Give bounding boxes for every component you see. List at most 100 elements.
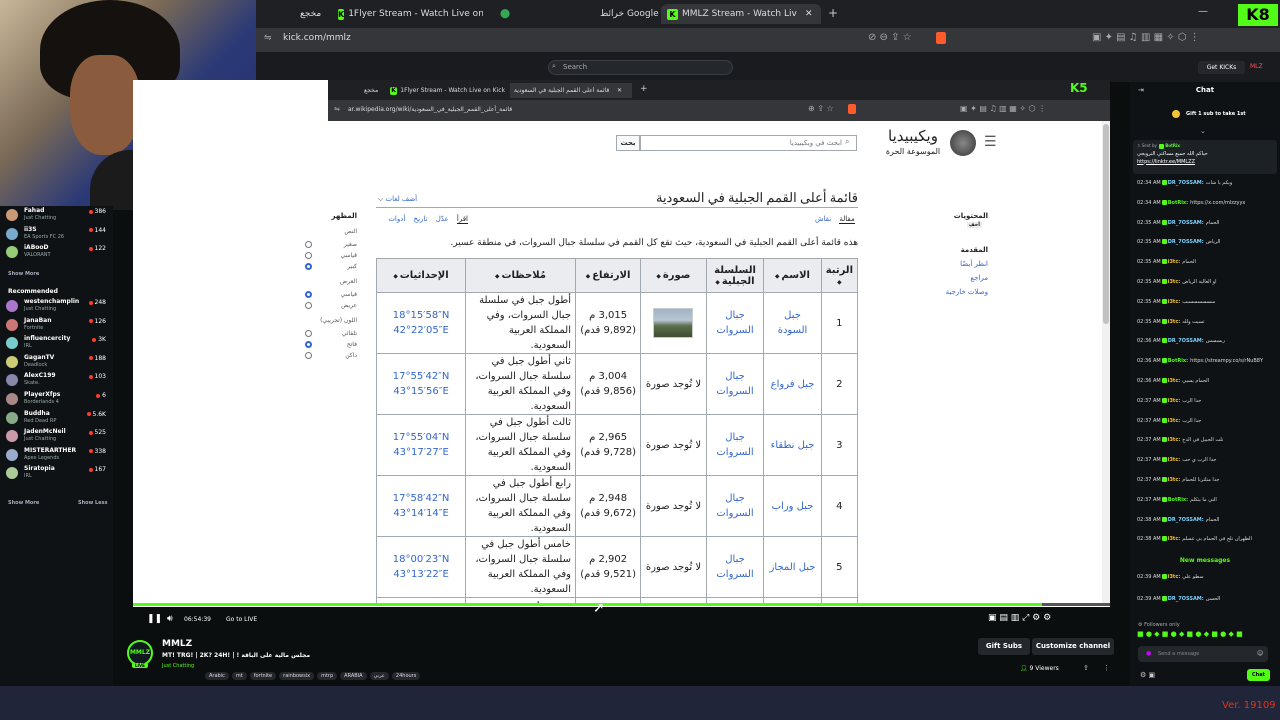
mountain-thumbnail[interactable]	[653, 308, 694, 338]
new-tab-icon[interactable]: +	[640, 84, 648, 94]
site-settings-icon[interactable]: ⇋	[334, 105, 340, 113]
sidebar-item[interactable]: iABooD VALORANT 122	[6, 244, 110, 264]
show-more-link[interactable]: Show More	[8, 271, 39, 277]
add-languages-button[interactable]: أضف لغات ⌵	[378, 195, 417, 204]
browser-tab-3[interactable]: خرائط Google	[600, 4, 660, 24]
chat-user[interactable]: i3tc:	[1168, 299, 1181, 305]
sort-icon[interactable]: ⬥	[837, 279, 841, 286]
chat-send-button[interactable]: Chat	[1247, 669, 1270, 681]
site-settings-icon[interactable]: ⇋	[264, 33, 272, 43]
radio-icon[interactable]	[305, 291, 312, 298]
chat-user[interactable]: i3tc:	[1168, 259, 1181, 265]
radio-icon[interactable]	[305, 263, 312, 270]
browser-tab-1[interactable]: مخجع	[300, 4, 324, 24]
chat-user[interactable]: i3tc:	[1168, 437, 1181, 443]
wiki-search-button[interactable]: بحث	[616, 135, 640, 151]
column-header[interactable]: الرتبة ⬥	[820, 258, 858, 293]
cell-range[interactable]: جبال السروات	[705, 292, 765, 354]
customize-channel-button[interactable]: Customize channel	[1032, 638, 1114, 655]
tab-history[interactable]: تاريخ	[414, 215, 428, 223]
tab-edit[interactable]: عدّل	[436, 215, 449, 223]
appearance-option[interactable]: تلقائي	[305, 330, 357, 337]
brave-shield-icon[interactable]	[848, 104, 856, 114]
toolbar-icons[interactable]: ⊘ ⊖ ⇪ ☆	[868, 32, 912, 43]
appearance-option[interactable]: فاتح	[305, 341, 357, 348]
chat-user[interactable]: i3tc:	[1168, 279, 1181, 285]
extension-icons[interactable]: ▣ ✦ ▤ ♫ ▥ ▦ ✧ ⬡ ⋮	[1092, 32, 1200, 43]
gift-subs-button[interactable]: Gift Subs	[978, 638, 1030, 655]
cell-range[interactable]: جبال السروات	[705, 475, 765, 537]
chat-user[interactable]: BotRix:	[1168, 358, 1188, 364]
tag[interactable]: 24hours	[391, 672, 421, 680]
cell-name[interactable]: جبل نطقاء	[763, 414, 822, 476]
cell-coordinates[interactable]: 18°00′23″N 43°13′22″E	[376, 536, 467, 598]
chat-settings-icons[interactable]: ⚙ ▣	[1140, 671, 1155, 679]
column-header[interactable]: الارتفاع ⬥	[574, 258, 642, 293]
hamburger-menu-icon[interactable]: ☰	[984, 134, 997, 150]
pinned-link[interactable]: https://linktr.ee/MMLZZ	[1133, 159, 1277, 165]
column-header[interactable]: الاسم ⬥	[763, 258, 822, 293]
browser-tab-2[interactable]: K1Flyer Stream - Watch Live on Kick	[338, 4, 483, 24]
tag[interactable]: ARABIA	[340, 672, 367, 680]
column-header[interactable]: السلسلة الجبلية ⬥	[705, 258, 765, 293]
show-less-link[interactable]: Show Less	[78, 500, 108, 506]
sidebar-item[interactable]: MISTERARTHER Apex Legends 338	[6, 447, 110, 467]
toc-item[interactable]: انظر أيضًا	[930, 260, 988, 268]
emote-picker-icon[interactable]: ●	[1146, 650, 1151, 657]
cell-coordinates[interactable]: 17°55′42″N 43°15′56″E	[376, 353, 467, 415]
radio-icon[interactable]	[305, 241, 312, 248]
cell-name[interactable]: جبل المجاز	[763, 536, 822, 598]
new-tab-icon[interactable]: +	[828, 6, 838, 20]
appearance-option[interactable]: داكن	[305, 352, 357, 359]
chat-user[interactable]: DR_7OSSAM:	[1168, 517, 1204, 523]
appearance-option[interactable]: قياسي	[305, 291, 357, 298]
go-to-live-button[interactable]: Go to LIVE	[226, 616, 257, 623]
extension-icons[interactable]: ▣ ✦ ▤ ♫ ▥ ▦ ✧ ⬡ ⋮	[960, 104, 1046, 113]
emote-strip[interactable]: ■ ● ◆ ■ ● ◆ ■ ● ◆ ■ ● ◆ ■	[1137, 630, 1243, 638]
sidebar-item[interactable]: Siratopia IRL 167	[6, 465, 110, 485]
toc-item[interactable]: مراجع	[930, 274, 988, 282]
chat-user[interactable]: i3tc:	[1168, 457, 1181, 463]
cell-range[interactable]: جبال السروات	[705, 414, 765, 476]
close-icon[interactable]: ✕	[805, 9, 813, 19]
radio-icon[interactable]	[305, 302, 312, 309]
tag[interactable]: rainbowsix	[279, 672, 315, 680]
sidebar-item[interactable]: westenchamplin Just Chatting 248	[6, 298, 110, 318]
show-more-link-2[interactable]: Show More	[8, 500, 39, 506]
sidebar-item[interactable]: JadenMcNeil Just Chatting 525	[6, 428, 110, 448]
close-icon[interactable]: ✕	[617, 87, 622, 94]
tag[interactable]: Arabic	[205, 672, 229, 680]
inner-tab-2[interactable]: K 1Flyer Stream - Watch Live on Kick	[390, 83, 505, 98]
url-field[interactable]: kick.com/mmlz	[283, 33, 351, 43]
chat-user[interactable]: i3tc:	[1168, 398, 1181, 404]
tab-talk[interactable]: نقاش	[815, 215, 831, 223]
tag[interactable]: mt	[231, 672, 247, 680]
sidebar-item[interactable]: Fahad Just Chatting 386	[6, 207, 110, 227]
inner-url-field[interactable]: ar.wikipedia.org/wiki/قائمة_أعلى_القمم_ا…	[348, 106, 512, 113]
user-menu[interactable]: MLZ	[1250, 63, 1263, 70]
chat-user[interactable]: i3tc:	[1168, 574, 1181, 580]
chat-user[interactable]: DR_7OSSAM:	[1168, 239, 1204, 245]
tag[interactable]: fortnite	[249, 672, 277, 680]
cell-coordinates[interactable]: 17°58′42″N 43°14′14″E	[376, 475, 467, 537]
toolbar-icons[interactable]: ⊕ ⇪ ☆	[808, 104, 834, 113]
gift-banner[interactable]: Gift 1 sub to take 1st	[1186, 111, 1246, 117]
sidebar-item[interactable]: AlexC199 Skate. 103	[6, 372, 110, 392]
toc-hide-button[interactable]: أخفِ	[966, 222, 982, 228]
more-options-icon[interactable]: ⋮	[1103, 664, 1110, 672]
browser-tab-4[interactable]: K MMLZ Stream - Watch Live on Kick ✕	[661, 4, 821, 24]
chat-user[interactable]: DR_7OSSAM:	[1168, 220, 1204, 226]
stream-category[interactable]: Just Chatting	[162, 663, 194, 669]
brave-shield-icon[interactable]	[936, 32, 946, 44]
appearance-option[interactable]: عريض	[305, 302, 357, 309]
chat-user[interactable]: DR_7OSSAM:	[1168, 180, 1204, 186]
toc-item[interactable]: المقدمة	[930, 246, 988, 254]
toc-item[interactable]: وصلات خارجية	[930, 288, 988, 296]
emoji-icon[interactable]: ☺	[1257, 650, 1263, 657]
share-icon[interactable]: ⇪	[1083, 664, 1089, 672]
search-input[interactable]: Search	[548, 60, 733, 75]
chat-user[interactable]: BotRix:	[1168, 497, 1188, 503]
chat-user[interactable]: DR_7OSSAM:	[1168, 596, 1204, 602]
sidebar-item[interactable]: PlayerXfps Borderlands 4 6	[6, 391, 110, 411]
chat-user[interactable]: i3tc:	[1168, 536, 1181, 542]
